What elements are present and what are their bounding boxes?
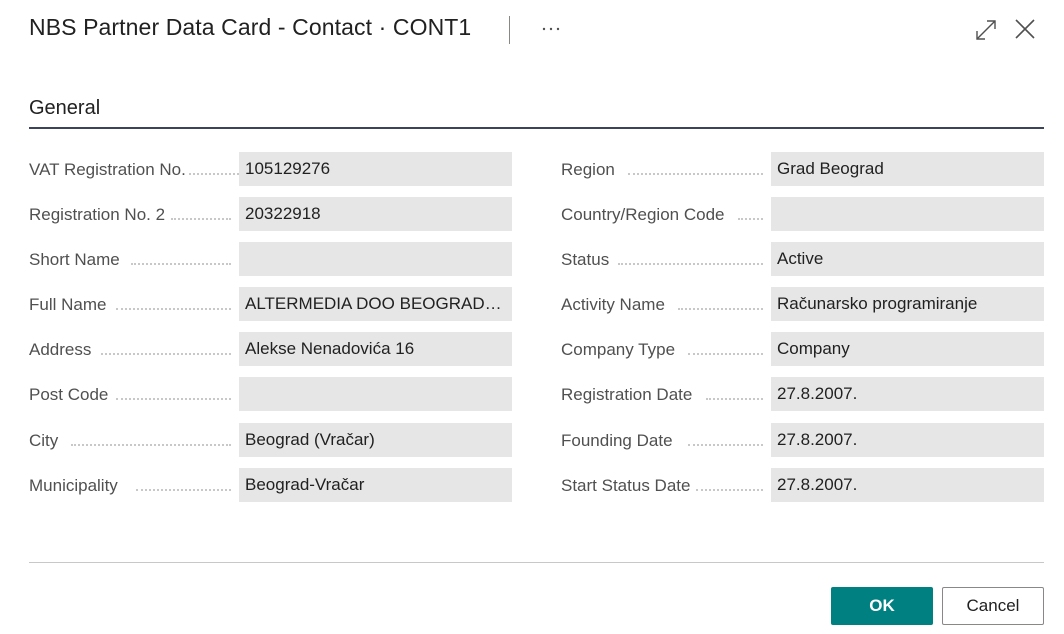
ok-button[interactable]: OK xyxy=(831,587,933,625)
registration-no-2-field[interactable]: 20322918 xyxy=(239,197,512,231)
founding-date-field[interactable]: 27.8.2007. xyxy=(771,423,1044,457)
dotted-leader xyxy=(131,263,231,265)
field-short-name: Short Name xyxy=(29,242,512,276)
field-country-region-code: Country/Region Code xyxy=(561,197,1044,231)
footer-divider xyxy=(29,562,1044,563)
field-label: Registration No. 2 xyxy=(29,205,166,224)
dotted-leader xyxy=(116,308,231,310)
field-label: Start Status Date xyxy=(561,476,691,495)
close-button[interactable] xyxy=(1010,14,1040,44)
field-region: Region Grad Beograd xyxy=(561,152,1044,186)
dotted-leader xyxy=(101,353,231,355)
expand-icon xyxy=(976,20,996,40)
start-status-date-field[interactable]: 27.8.2007. xyxy=(771,468,1044,502)
status-field[interactable]: Active xyxy=(771,242,1044,276)
field-registration-no-2: Registration No. 2 20322918 xyxy=(29,197,512,231)
dotted-leader xyxy=(116,398,231,400)
dialog-header: NBS Partner Data Card - Contact · CONT1 xyxy=(0,0,1064,62)
dotted-leader xyxy=(696,489,763,491)
dotted-leader xyxy=(71,444,231,446)
field-label: Full Name xyxy=(29,295,107,314)
post-code-field[interactable] xyxy=(239,377,512,411)
country-region-code-field[interactable] xyxy=(771,197,1044,231)
field-activity-name: Activity Name Računarsko programiranje xyxy=(561,287,1044,321)
vat-registration-no-field[interactable]: 105129276 xyxy=(239,152,512,186)
city-field[interactable]: Beograd (Vračar) xyxy=(239,423,512,457)
short-name-field[interactable] xyxy=(239,242,512,276)
field-city: City Beograd (Vračar) xyxy=(29,423,512,457)
field-address: Address Alekse Nenadovića 16 xyxy=(29,332,512,366)
dotted-leader xyxy=(678,308,763,310)
field-post-code: Post Code xyxy=(29,377,512,411)
field-label: Company Type xyxy=(561,340,676,359)
company-type-field[interactable]: Company xyxy=(771,332,1044,366)
field-vat-registration-no: VAT Registration No. 105129276 xyxy=(29,152,512,186)
field-founding-date: Founding Date 27.8.2007. xyxy=(561,423,1044,457)
dotted-leader xyxy=(738,218,763,220)
dotted-leader xyxy=(706,398,763,400)
field-label: City xyxy=(29,431,59,450)
more-options-button[interactable] xyxy=(536,14,566,44)
field-label: Activity Name xyxy=(561,295,665,314)
registration-date-field[interactable]: 27.8.2007. xyxy=(771,377,1044,411)
municipality-field[interactable]: Beograd-Vračar xyxy=(239,468,512,502)
field-company-type: Company Type Company xyxy=(561,332,1044,366)
section-divider xyxy=(29,127,1044,129)
ellipsis-icon xyxy=(542,27,560,31)
field-label: Post Code xyxy=(29,385,109,404)
activity-name-field[interactable]: Računarsko programiranje xyxy=(771,287,1044,321)
cancel-button[interactable]: Cancel xyxy=(942,587,1044,625)
dotted-leader xyxy=(688,444,763,446)
field-label: Region xyxy=(561,160,615,179)
dotted-leader xyxy=(171,218,231,220)
field-label: Registration Date xyxy=(561,385,693,404)
close-icon xyxy=(1015,19,1035,39)
field-label: Short Name xyxy=(29,250,120,269)
field-label: Municipality xyxy=(29,476,118,495)
dotted-leader xyxy=(628,173,763,175)
full-name-field[interactable]: ALTERMEDIA DOO BEOGRAD (V... xyxy=(239,287,512,321)
field-label: Address xyxy=(29,340,92,359)
dotted-leader xyxy=(618,263,763,265)
field-start-status-date: Start Status Date 27.8.2007. xyxy=(561,468,1044,502)
address-field[interactable]: Alekse Nenadovića 16 xyxy=(239,332,512,366)
field-label: Founding Date xyxy=(561,431,673,450)
field-municipality: Municipality Beograd-Vračar xyxy=(29,468,512,502)
field-registration-date: Registration Date 27.8.2007. xyxy=(561,377,1044,411)
field-label: Country/Region Code xyxy=(561,205,725,224)
title-divider xyxy=(509,16,510,44)
dotted-leader xyxy=(136,489,231,491)
region-field[interactable]: Grad Beograd xyxy=(771,152,1044,186)
field-label: VAT Registration No. xyxy=(29,160,186,179)
expand-button[interactable] xyxy=(972,16,1000,44)
section-title-general: General xyxy=(29,97,101,119)
dotted-leader xyxy=(688,353,763,355)
field-label: Status xyxy=(561,250,610,269)
field-status: Status Active xyxy=(561,242,1044,276)
page-title: NBS Partner Data Card - Contact · CONT1 xyxy=(29,14,472,40)
field-full-name: Full Name ALTERMEDIA DOO BEOGRAD (V... xyxy=(29,287,512,321)
